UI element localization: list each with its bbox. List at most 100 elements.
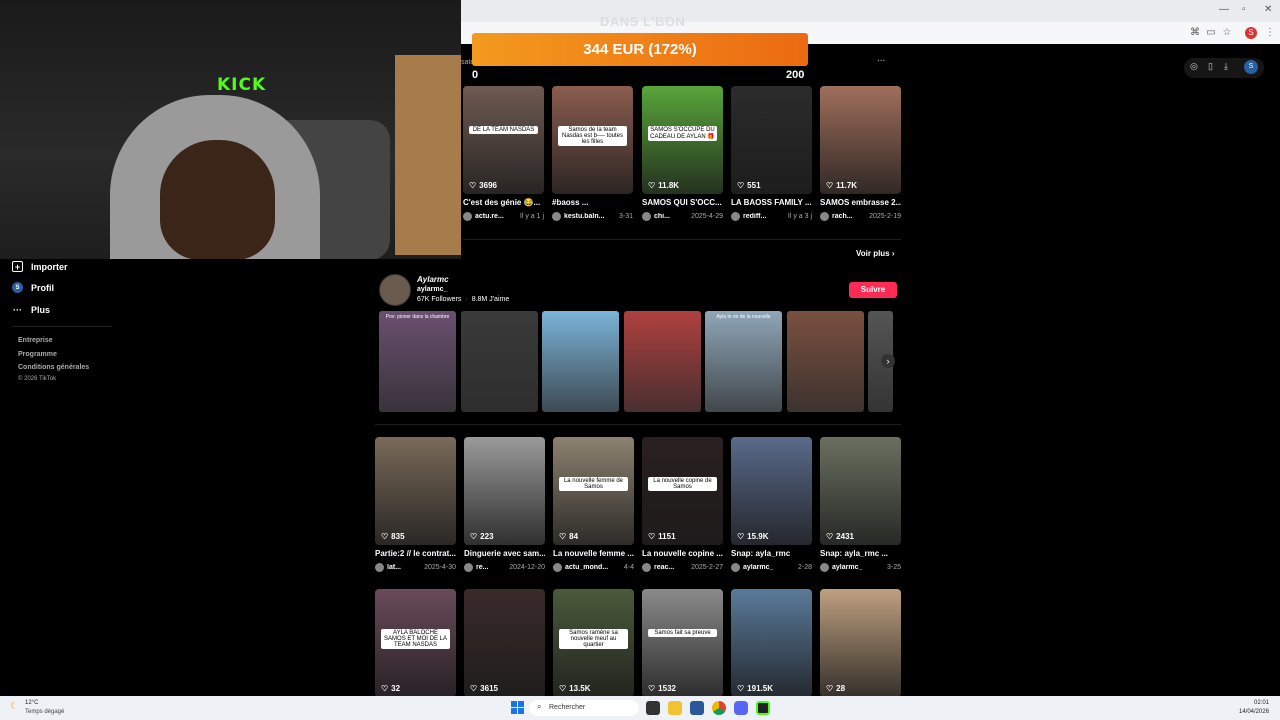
windows-start-icon[interactable]: [511, 701, 524, 714]
video-thumbnail[interactable]: ♡ 191.5K: [731, 589, 812, 697]
file-explorer-icon[interactable]: [668, 701, 682, 715]
author-name[interactable]: lat...: [387, 564, 421, 571]
video-thumbnail[interactable]: ♡ 223: [464, 437, 545, 545]
maximize-icon[interactable]: ▫: [1242, 4, 1246, 15]
menu-icon[interactable]: ⋮: [1263, 26, 1277, 40]
video-thumbnail[interactable]: ♡ 2431: [820, 437, 901, 545]
author-name[interactable]: reac...: [654, 564, 688, 571]
video-caption[interactable]: La nouvelle copine ...: [642, 549, 723, 558]
author-name[interactable]: rediff...: [743, 213, 785, 220]
weather-desc[interactable]: Temps dégagé: [25, 709, 64, 715]
video-thumbnail[interactable]: AYLA BALOCHE SAMOS ET MOI DE LA TEAM NAS…: [375, 589, 456, 697]
video-caption[interactable]: #baoss ...: [552, 198, 633, 207]
windows-taskbar: [0, 696, 1280, 720]
extension-icon[interactable]: S: [1245, 27, 1257, 39]
video-thumbnail[interactable]: DE LA TEAM NASDAS ♡ 3696: [463, 86, 544, 194]
post-date: Il y a 3 j: [787, 213, 812, 220]
video-caption[interactable]: LA BAOSS FAMILY ...: [731, 198, 812, 207]
compass-icon[interactable]: ◎: [1190, 61, 1198, 72]
link-programme[interactable]: Programme: [18, 351, 57, 358]
creator-avatar[interactable]: [379, 274, 411, 306]
voir-plus-link[interactable]: Voir plus ›: [856, 249, 895, 258]
author-name[interactable]: actu_mond...: [565, 564, 621, 571]
video-caption[interactable]: C'est des génie 😂...: [463, 198, 544, 207]
download-icon[interactable]: ⤓: [1224, 61, 1228, 72]
weather-temp[interactable]: 12°C: [25, 700, 38, 706]
clock-time[interactable]: 02:01: [1254, 700, 1269, 706]
author-name[interactable]: kestu.baln...: [564, 213, 616, 220]
cast-icon[interactable]: ▭: [1204, 26, 1218, 40]
minimize-icon[interactable]: —: [1219, 4, 1229, 15]
video-thumbnail[interactable]: Samos de la team Nasdas est b---- toutes…: [552, 86, 633, 194]
video-meta: rediff... Il y a 3 j: [731, 212, 812, 221]
device-icon[interactable]: ▯: [1208, 61, 1213, 72]
follow-button[interactable]: Suivre: [849, 282, 897, 298]
author-avatar[interactable]: [375, 563, 384, 572]
video-thumbnail[interactable]: ♡ 28: [820, 589, 901, 697]
video-thumbnail[interactable]: ♡ 15.9K: [731, 437, 812, 545]
author-avatar[interactable]: [552, 212, 561, 221]
author-avatar[interactable]: [642, 212, 651, 221]
translate-icon[interactable]: ⌘: [1188, 26, 1202, 40]
creator-video-thumbnail[interactable]: Pov: pioner dans la chambre: [379, 311, 456, 412]
video-thumbnail[interactable]: ♡ 835: [375, 437, 456, 545]
chrome-icon[interactable]: [712, 701, 726, 715]
sidebar-item-more[interactable]: ··· Plus: [12, 304, 50, 315]
video-caption[interactable]: Partie:2 // le contrat...: [375, 549, 456, 558]
video-thumbnail[interactable]: ♡ 11.7K: [820, 86, 901, 194]
close-icon[interactable]: ✕: [1264, 4, 1272, 15]
author-avatar[interactable]: [820, 212, 829, 221]
creator-handle[interactable]: aylarmc_: [417, 286, 447, 293]
video-thumbnail[interactable]: Samos ramène sa nouvelle meuf au quartie…: [553, 589, 634, 697]
video-thumbnail[interactable]: SAMOS S'OCCUPE DU CADEAU DE AYLAN 🎁 ♡ 11.8…: [642, 86, 723, 194]
creator-video-thumbnail[interactable]: [623, 311, 701, 412]
sidebar-item-import[interactable]: + Importer: [12, 261, 68, 272]
author-avatar[interactable]: [731, 212, 740, 221]
author-avatar[interactable]: [553, 563, 562, 572]
video-thumbnail[interactable]: Samos fait sa preuve ♡ 1532: [642, 589, 723, 697]
profile-avatar[interactable]: S: [1244, 60, 1258, 74]
kick-app-icon[interactable]: [756, 701, 770, 715]
creator-display-name[interactable]: Aylarmc: [417, 275, 449, 284]
video-thumbnail[interactable]: ♡ 3615: [464, 589, 545, 697]
author-avatar[interactable]: [820, 563, 829, 572]
author-avatar[interactable]: [642, 563, 651, 572]
author-name[interactable]: aylarmc_: [743, 564, 795, 571]
video-thumbnail[interactable]: ♡ 551: [731, 86, 812, 194]
video-thumbnail[interactable]: La nouvelle femme de Samos ♡ 84: [553, 437, 634, 545]
link-entreprise[interactable]: Entreprise: [18, 337, 53, 344]
creator-video-thumbnail[interactable]: Ayla le roi de la nouvelle: [705, 311, 782, 412]
author-name[interactable]: chi...: [654, 213, 688, 220]
taskbar-search[interactable]: Rechercher: [529, 700, 639, 716]
clock-date[interactable]: 14/04/2026: [1239, 709, 1269, 715]
video-thumbnail[interactable]: La nouvelle copine de Samos ♡ 1151: [642, 437, 723, 545]
heart-icon: ♡: [470, 532, 478, 541]
creator-video-thumbnail[interactable]: [460, 311, 538, 412]
sidebar-item-profile[interactable]: S Profil: [12, 282, 54, 293]
creator-video-thumbnail[interactable]: [542, 311, 619, 412]
author-avatar[interactable]: [464, 563, 473, 572]
heart-icon: ♡: [469, 181, 477, 190]
video-meta: actu_mond... 4-4: [553, 563, 634, 572]
video-caption[interactable]: SAMOS embrasse 2...: [820, 198, 901, 207]
video-caption[interactable]: Snap: ayla_rmc ...: [820, 549, 901, 558]
video-caption[interactable]: SAMOS QUI S'OCC...: [642, 198, 723, 207]
author-name[interactable]: re...: [476, 564, 506, 571]
author-name[interactable]: actu.re...: [475, 213, 517, 220]
task-view-icon[interactable]: [646, 701, 660, 715]
video-caption[interactable]: La nouvelle femme ...: [553, 549, 634, 558]
link-conditions[interactable]: Conditions générales: [18, 364, 89, 371]
video-caption[interactable]: Dinguerie avec sam...: [464, 549, 545, 558]
author-avatar[interactable]: [463, 212, 472, 221]
store-icon[interactable]: [690, 701, 704, 715]
author-name[interactable]: aylarmc_: [832, 564, 884, 571]
thumbnail-overlay-text: Pov: pioner dans la chambre: [385, 314, 450, 320]
more-options-icon[interactable]: ...: [877, 53, 885, 64]
discord-icon[interactable]: [734, 701, 748, 715]
carousel-next-icon[interactable]: ›: [881, 354, 895, 368]
creator-video-thumbnail[interactable]: [786, 311, 864, 412]
video-caption[interactable]: Snap: ayla_rmc: [731, 549, 812, 558]
author-name[interactable]: rach...: [832, 213, 866, 220]
star-icon[interactable]: ☆: [1220, 26, 1234, 40]
author-avatar[interactable]: [731, 563, 740, 572]
